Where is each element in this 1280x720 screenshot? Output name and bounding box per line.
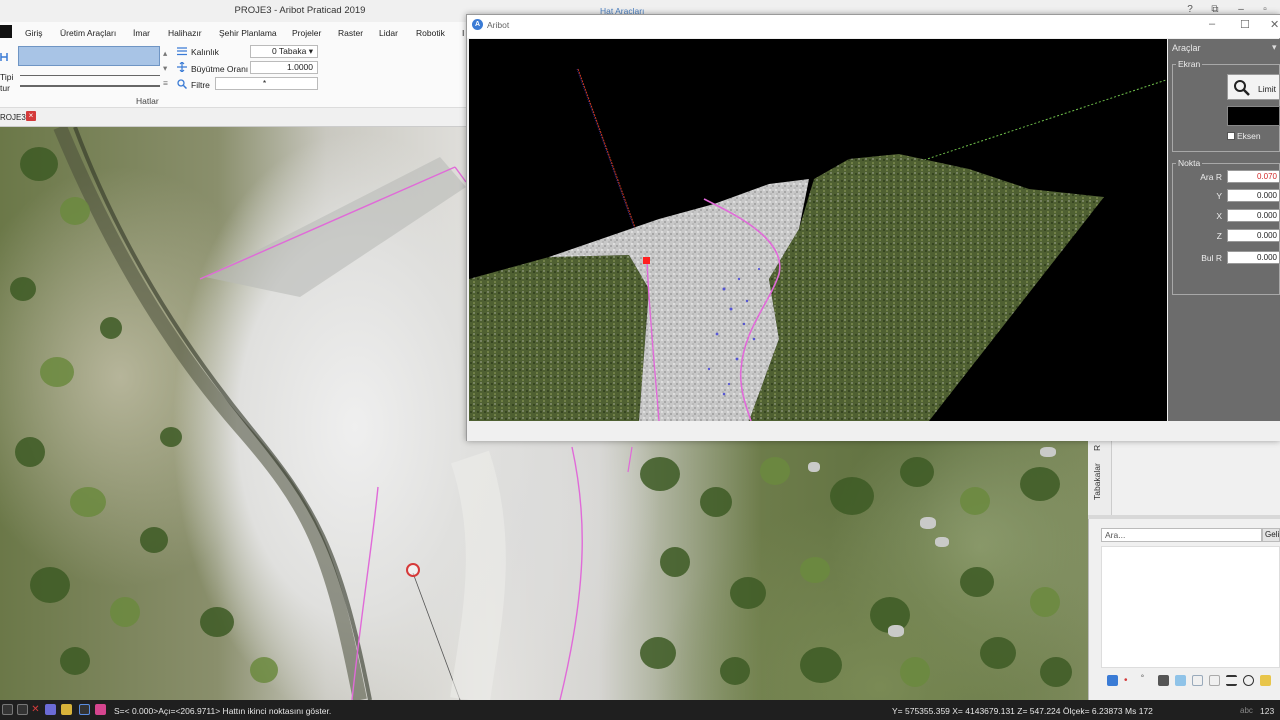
panel-pin-icon[interactable]: ▾ [1272, 42, 1277, 53]
ribbon-group-hatlar: Hatlar [136, 96, 159, 106]
list-tool-icon[interactable] [1226, 675, 1237, 686]
menu-halihazir[interactable]: Halihazır [168, 28, 202, 38]
close-tab-icon[interactable]: × [26, 111, 36, 121]
document-tab-proje3[interactable]: ROJE3 [0, 113, 26, 122]
ara-r-input[interactable]: 0.070 [1227, 170, 1280, 183]
chevron-down-icon: ▾ [308, 46, 313, 56]
status-message: S=< 0.000>Açı=<206.9711> Hattın ikinci n… [114, 706, 332, 716]
snap-icon[interactable] [2, 704, 13, 715]
dock-search-input[interactable]: Ara... [1101, 528, 1262, 542]
kalinlik-value: 0 Tabaka [271, 46, 307, 56]
point-tool-icon[interactable]: ˚ [1141, 675, 1152, 686]
tab-r[interactable]: R [1092, 445, 1102, 451]
status-coordinates: Y= 575355.359 X= 4143679.131 Z= 547.224 … [892, 706, 1153, 716]
axis-z-line [908, 79, 1167, 166]
ortho-icon[interactable] [45, 704, 56, 715]
buyutme-input[interactable]: 1.0000 [250, 61, 318, 74]
bul-r-label: Bul R [1201, 253, 1222, 263]
line-style-option[interactable] [20, 85, 160, 87]
menu-lidar[interactable]: Lidar [379, 28, 398, 38]
limit-button-label: Limit [1258, 84, 1276, 94]
grid-tool-icon[interactable] [1158, 675, 1169, 686]
grid-snap-icon[interactable] [17, 704, 28, 715]
menu-sehir-planlama[interactable]: Şehir Planlama [219, 28, 277, 38]
viewer-close-icon[interactable]: ✕ [1270, 18, 1279, 31]
eksen-label: Eksen [1237, 131, 1261, 141]
point-cloud-render [469, 68, 1167, 421]
menu-overflow[interactable]: I [462, 28, 464, 38]
buyutme-label: Büyütme Oranı [191, 64, 249, 74]
dock-toolbar: • ˚ [1100, 672, 1280, 690]
menu-projeler[interactable]: Projeler [292, 28, 321, 38]
filtre-input[interactable]: * [215, 77, 318, 90]
z-input[interactable]: 0.000 [1227, 229, 1280, 242]
dock-splitter[interactable] [1088, 515, 1280, 519]
filter-search-icon [177, 79, 187, 89]
tools-panel-title: Araçlar [1172, 43, 1201, 53]
kalinlik-label: Kalınlık [191, 47, 219, 57]
y-input[interactable]: 0.000 [1227, 189, 1280, 202]
frame-tool-icon[interactable] [1192, 675, 1203, 686]
eksen-checkbox[interactable] [1227, 132, 1235, 140]
scale-icon [177, 62, 187, 72]
menu-robotik[interactable]: Robotik [416, 28, 445, 38]
layer-tool-icon[interactable] [1107, 675, 1118, 686]
menu-uretim-araclari[interactable]: Üretim Araçları [60, 28, 116, 38]
target-tool-icon[interactable] [1243, 675, 1254, 686]
nokta-legend: Nokta [1176, 158, 1203, 168]
select-tool-icon[interactable] [1209, 675, 1220, 686]
zoom-limit-icon [1234, 80, 1250, 96]
ribbon-left-label-2: tur [0, 83, 10, 93]
osnap-icon[interactable] [79, 704, 90, 715]
filtre-label: Filtre [191, 80, 210, 90]
selected-point-marker [643, 257, 650, 264]
image-tool-icon[interactable] [1260, 675, 1271, 686]
viewer-title: Aribot [487, 20, 510, 30]
point-cloud-viewport[interactable] [469, 39, 1167, 421]
menu-giris[interactable]: Giriş [25, 28, 42, 38]
dock-results-list [1101, 546, 1280, 668]
scroll-down-icon[interactable]: ▾ [163, 63, 167, 74]
viewer-minimize-icon[interactable]: – [1209, 18, 1215, 30]
aribot-logo-icon: A [472, 19, 483, 30]
boundary-line [559, 446, 583, 700]
line-color-swatch[interactable] [18, 46, 160, 66]
background-color-swatch[interactable] [1227, 106, 1280, 126]
y-label: Y [1216, 191, 1222, 201]
polar-icon[interactable] [61, 704, 72, 715]
viewer-bottom-bar [467, 421, 1280, 441]
line-type-icon[interactable] [0, 51, 10, 63]
ekran-legend: Ekran [1176, 59, 1203, 69]
document-tab-strip [0, 108, 466, 127]
boundary-line [627, 446, 633, 473]
tab-tabakalar[interactable]: Tabakalar [1092, 463, 1102, 500]
bul-r-input[interactable]: 0.000 [1227, 251, 1280, 264]
status-number: 123 [1260, 706, 1275, 716]
terrain-left [469, 255, 649, 421]
thickness-icon [177, 47, 187, 56]
marker-tool-icon[interactable]: • [1124, 675, 1135, 686]
advanced-search-button[interactable]: Gelişmiş [1262, 528, 1280, 542]
x-input[interactable]: 0.000 [1227, 209, 1280, 222]
ribbon-left-label-1: Tipi [0, 72, 14, 82]
ara-r-label: Ara R [1200, 172, 1222, 182]
viewer-maximize-icon[interactable]: ☐ [1240, 18, 1250, 31]
expand-gallery-icon[interactable]: ≡ [163, 78, 168, 88]
menu-imar[interactable]: İmar [133, 28, 150, 38]
line-style-option[interactable] [20, 75, 160, 76]
track-icon[interactable] [95, 704, 106, 715]
road [450, 450, 506, 700]
menu-raster[interactable]: Raster [338, 28, 363, 38]
viewer-title-bar[interactable] [467, 15, 1280, 38]
status-input-mode: abc [1240, 706, 1253, 715]
x-label: X [1216, 211, 1222, 221]
scroll-up-icon[interactable]: ▴ [163, 48, 167, 59]
z-label: Z [1216, 231, 1222, 241]
cross-snap-icon[interactable]: ✕ [30, 704, 41, 715]
cursor-target-marker-icon [406, 563, 420, 577]
kalinlik-dropdown[interactable]: 0 Tabaka ▾ [250, 45, 318, 58]
quarry-shadow [205, 157, 466, 297]
file-menu-button[interactable] [0, 25, 12, 38]
hatch-tool-icon[interactable] [1175, 675, 1186, 686]
